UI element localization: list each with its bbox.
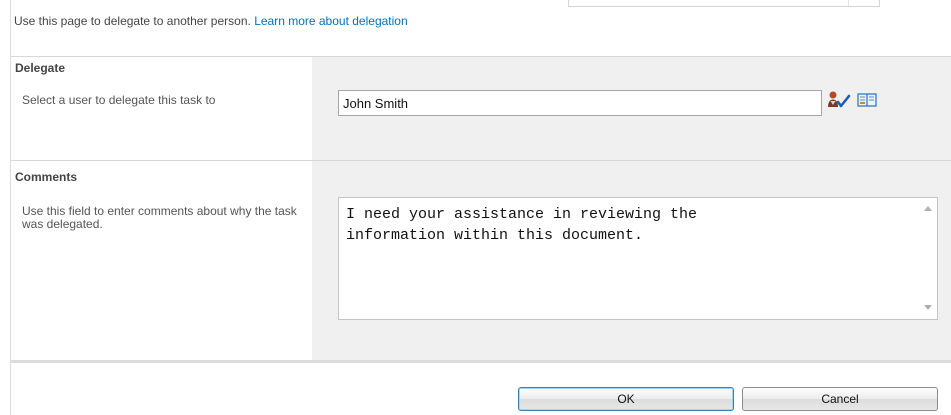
cancel-button[interactable]: Cancel	[742, 387, 938, 411]
intro-text: Use this page to delegate to another per…	[14, 14, 408, 28]
delegate-section-description: Select a user to delegate this task to	[22, 93, 216, 107]
comments-section-title: Comments	[15, 170, 78, 184]
delegate-user-input[interactable]: John Smith	[338, 90, 822, 116]
scroll-up-icon[interactable]	[924, 206, 932, 211]
check-names-icon[interactable]	[827, 90, 853, 110]
intro-description: Use this page to delegate to another per…	[14, 14, 251, 28]
comments-section-description: Use this field to enter comments about w…	[22, 204, 297, 231]
top-field-stub	[568, 0, 880, 7]
top-field-divider	[848, 0, 849, 6]
address-book-icon[interactable]	[857, 93, 877, 107]
footer-divider	[11, 360, 951, 363]
comments-scrollbar[interactable]	[920, 198, 937, 319]
ok-button[interactable]: OK	[518, 387, 734, 411]
comments-text: I need your assistance in reviewing the …	[346, 206, 698, 244]
learn-more-delegation-link[interactable]: Learn more about delegation	[254, 14, 407, 28]
scroll-down-icon[interactable]	[924, 305, 932, 310]
comments-textarea[interactable]: I need your assistance in reviewing the …	[338, 197, 938, 320]
delegate-section-title: Delegate	[15, 61, 66, 75]
